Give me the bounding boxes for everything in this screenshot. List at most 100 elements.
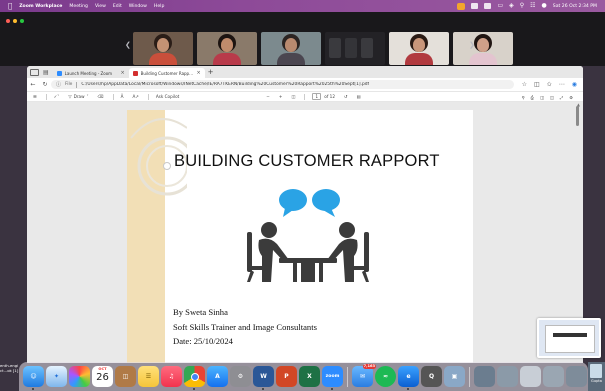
- new-tab-icon[interactable]: +: [208, 68, 214, 76]
- recent-window-thumbnail[interactable]: [543, 366, 564, 387]
- battery-icon[interactable]: ▭: [497, 3, 503, 9]
- desktop-file-gupta[interactable]: Gupta: [588, 362, 605, 391]
- workspaces-icon[interactable]: ▤: [43, 69, 49, 76]
- search-pdf-icon[interactable]: ⚲: [522, 95, 525, 100]
- recent-window-thumbnail[interactable]: [566, 366, 587, 387]
- siri-icon[interactable]: ●: [542, 3, 547, 9]
- copilot-icon[interactable]: ◉: [572, 81, 577, 88]
- erase-icon[interactable]: ⌫: [98, 94, 104, 99]
- close-tab-icon[interactable]: ×: [120, 70, 124, 76]
- participant-tile[interactable]: [453, 32, 513, 65]
- mail-icon[interactable]: ✉ 7,163: [352, 364, 376, 387]
- close-tab-icon[interactable]: ×: [196, 70, 200, 76]
- participant-tile[interactable]: [261, 32, 321, 65]
- edge-icon[interactable]: e: [398, 366, 419, 390]
- settings-icon[interactable]: ⚙: [569, 95, 573, 100]
- apple-icon[interactable]: : [8, 2, 12, 10]
- photos-icon[interactable]: [69, 366, 90, 387]
- tab-launch-meeting[interactable]: Launch Meeting - Zoom ×: [53, 68, 129, 78]
- wifi-icon[interactable]: ◈: [509, 3, 514, 9]
- split-screen-icon[interactable]: ◫: [534, 81, 540, 88]
- rotate-icon[interactable]: ↺: [344, 94, 348, 99]
- favorites-icon[interactable]: ✩: [547, 81, 552, 88]
- zoom-icon[interactable]: zoom: [322, 366, 343, 390]
- search-icon[interactable]: ⚲: [520, 3, 524, 9]
- zoom-meeting-window: ❮ ❯: [0, 12, 605, 66]
- meeting-illustration: [247, 189, 369, 282]
- zoom-status-icon[interactable]: [457, 2, 466, 10]
- refresh-icon[interactable]: ↻: [39, 81, 51, 88]
- ask-copilot-button[interactable]: Ask Copilot: [156, 94, 179, 99]
- participant-tile[interactable]: [197, 32, 257, 65]
- screen-share-thumbnail[interactable]: [537, 318, 601, 358]
- excel-icon[interactable]: X: [299, 366, 320, 387]
- menu-meeting[interactable]: Meeting: [69, 4, 88, 9]
- menu-edit[interactable]: Edit: [113, 4, 122, 9]
- browser-window: ▤ Launch Meeting - Zoom × Building Custo…: [27, 66, 583, 363]
- recent-window-thumbnail[interactable]: [497, 366, 518, 387]
- status-icon-b[interactable]: [484, 3, 492, 9]
- pdf-viewport[interactable]: ▲ BUILDING CUSTOMER RAPPORT By Sweta Sin…: [27, 102, 583, 363]
- more-icon[interactable]: ⋯: [559, 81, 565, 88]
- system-settings-icon[interactable]: ⚙: [230, 366, 251, 387]
- word-icon[interactable]: W: [253, 366, 274, 390]
- tab-actions-icon[interactable]: [30, 68, 39, 76]
- calendar-icon[interactable]: OCT 26: [92, 366, 113, 387]
- safari-icon[interactable]: ✦: [46, 366, 67, 387]
- menu-datetime[interactable]: Sat 26 Oct 2:34 PM: [553, 4, 597, 9]
- minimize-window-icon[interactable]: [13, 19, 17, 23]
- preview-icon[interactable]: ▣: [444, 366, 465, 387]
- url-text: C:/Users/hp/AppData/Local/Microsoft/Wind…: [81, 82, 370, 87]
- participant-video-strip: [133, 32, 513, 65]
- read-aloud-icon[interactable]: A↗: [132, 94, 138, 99]
- page-number-input[interactable]: 1: [312, 93, 322, 100]
- music-icon[interactable]: ♫: [161, 366, 182, 387]
- quicktime-icon[interactable]: Q: [421, 366, 442, 387]
- window-controls: [6, 19, 24, 23]
- recent-window-thumbnail[interactable]: [474, 366, 495, 387]
- close-window-icon[interactable]: [6, 19, 10, 23]
- tab-pdf[interactable]: Building Customer Rapport 25th Sept[1].p…: [128, 68, 205, 78]
- participant-tile[interactable]: [325, 32, 385, 65]
- pdf-page: BUILDING CUSTOMER RAPPORT By Sweta Sinha…: [127, 110, 473, 363]
- highlight-icon[interactable]: ✓˅: [54, 94, 60, 99]
- finder-icon[interactable]: ☺: [23, 366, 44, 390]
- fit-page-icon[interactable]: ◫: [291, 94, 295, 99]
- fullscreen-icon[interactable]: ⤢: [560, 95, 563, 100]
- zoom-out-button[interactable]: −: [266, 94, 270, 99]
- save-icon[interactable]: ◫: [540, 95, 544, 100]
- chrome-icon[interactable]: [184, 366, 205, 390]
- menu-window[interactable]: Window: [129, 4, 147, 9]
- menu-view[interactable]: View: [95, 4, 106, 9]
- people-at-table-icon: [247, 222, 369, 282]
- draw-button[interactable]: ▽ Draw ˅: [68, 94, 88, 99]
- spotify-icon[interactable]: ≈: [375, 366, 396, 387]
- print-icon[interactable]: ⎙: [531, 95, 534, 100]
- participant-tile[interactable]: [133, 32, 193, 65]
- save-as-icon[interactable]: ◫: [550, 95, 554, 100]
- favorite-star-icon[interactable]: ☆: [522, 81, 527, 88]
- page-view-icon[interactable]: ▤: [357, 94, 361, 99]
- maximize-window-icon[interactable]: [20, 19, 24, 23]
- desktop-file-label[interactable]: enth-engi ct...ok [1]: [0, 363, 18, 373]
- contents-icon[interactable]: ☰: [33, 94, 37, 99]
- status-icon-a[interactable]: [471, 3, 479, 9]
- participant-tile[interactable]: [389, 32, 449, 65]
- powerpoint-icon[interactable]: P: [276, 366, 297, 387]
- back-icon[interactable]: ←: [27, 81, 39, 88]
- scrollbar-thumb[interactable]: [576, 106, 579, 126]
- text-icon[interactable]: A̾: [121, 94, 124, 99]
- app-store-icon[interactable]: A: [207, 366, 228, 387]
- menu-help[interactable]: Help: [154, 4, 164, 9]
- chevron-right-icon[interactable]: ❯: [469, 42, 475, 49]
- url-field[interactable]: ⓘ File C:/Users/hp/AppData/Local/Microso…: [51, 80, 514, 89]
- downloads-folder-icon[interactable]: ◫: [115, 366, 136, 387]
- menu-app-name[interactable]: Zoom Workplace: [19, 4, 62, 9]
- control-center-icon[interactable]: ☷: [530, 3, 535, 9]
- tab-bar: ▤ Launch Meeting - Zoom × Building Custo…: [27, 66, 583, 78]
- notes-icon[interactable]: ☰: [138, 366, 159, 387]
- chevron-left-icon[interactable]: ❮: [125, 42, 131, 49]
- recent-window-thumbnail[interactable]: [520, 366, 541, 387]
- info-icon[interactable]: ⓘ: [56, 81, 61, 88]
- zoom-in-button[interactable]: +: [279, 94, 283, 99]
